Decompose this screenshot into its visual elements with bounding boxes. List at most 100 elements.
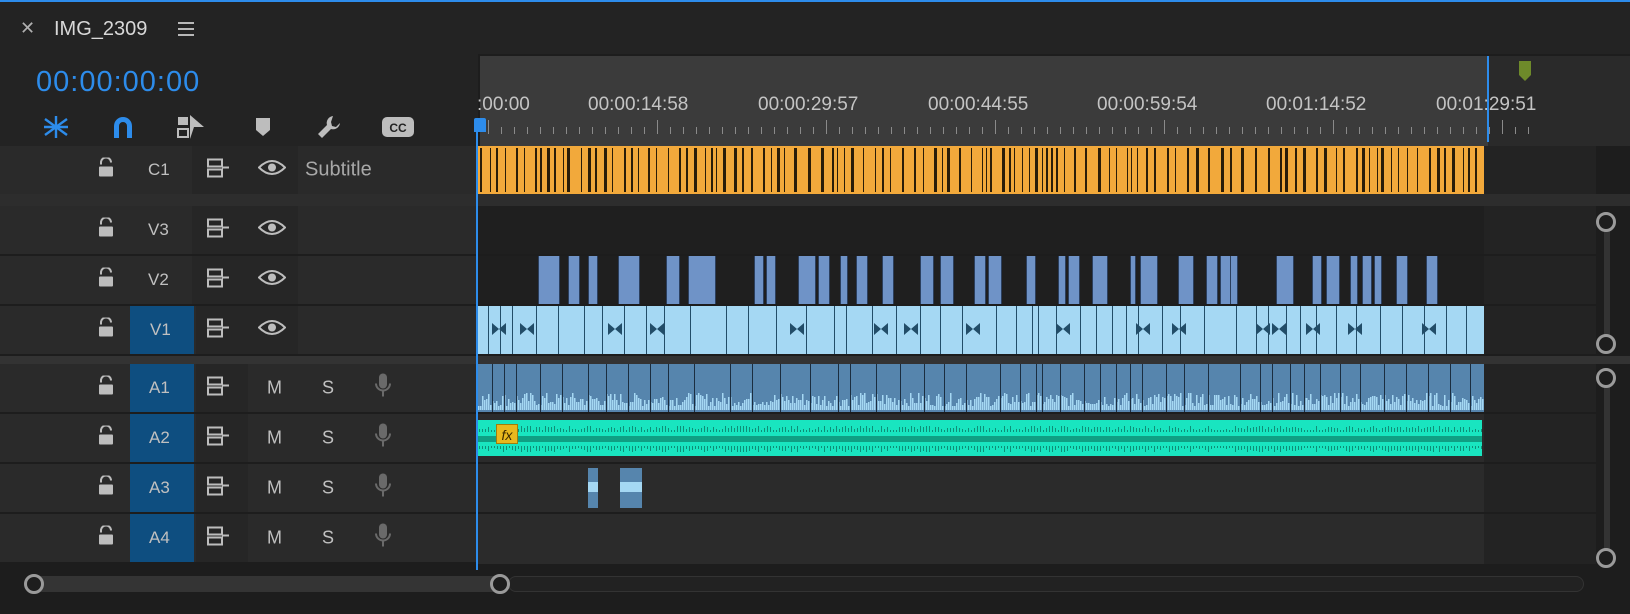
a1-clip-edge[interactable] [1304, 364, 1305, 412]
v1-clip-edge[interactable] [536, 306, 537, 354]
a1-clip-edge[interactable] [924, 364, 925, 412]
vertical-scrollbars[interactable] [1596, 196, 1618, 568]
v1-clip-edge[interactable] [1126, 306, 1127, 354]
v2-clip[interactable] [1026, 256, 1036, 304]
a1-clip-edge[interactable] [1042, 364, 1043, 412]
solo-button[interactable]: S [322, 428, 334, 449]
mute-button[interactable]: M [267, 428, 282, 449]
sync-lock-icon[interactable] [206, 476, 230, 501]
playhead-handle[interactable] [474, 118, 486, 132]
track-header-a2[interactable]: A2 M S [0, 414, 476, 462]
track-header-c1[interactable]: C1 Subtitle [0, 146, 476, 194]
a1-clip-edge[interactable] [1036, 364, 1037, 412]
a1-clip-edge[interactable] [838, 364, 839, 412]
a1-clip-edge[interactable] [668, 364, 669, 412]
lock-icon[interactable] [98, 156, 114, 183]
a1-clip-edge[interactable] [1208, 364, 1209, 412]
a2-track-area[interactable]: fx [476, 414, 1596, 462]
v2-clip[interactable] [666, 256, 680, 304]
a1-clip-edge[interactable] [1184, 364, 1185, 412]
track-label-v3[interactable]: V3 [148, 220, 169, 240]
eye-toggle-icon[interactable] [257, 159, 287, 182]
a1-clip-edge[interactable] [876, 364, 877, 412]
track-label-a3[interactable]: A3 [149, 478, 170, 498]
v1-clip-edge[interactable] [834, 306, 835, 354]
a1-clip-edge[interactable] [1130, 364, 1131, 412]
audio-scroll-handle-bottom[interactable] [1596, 548, 1616, 568]
transition-icon[interactable] [872, 320, 890, 343]
v2-clip[interactable] [766, 256, 776, 304]
v2-clip[interactable] [1276, 256, 1294, 304]
a1-clip-edge[interactable] [504, 364, 505, 412]
v1-clip-edge[interactable] [726, 306, 727, 354]
caption-clips[interactable] [476, 146, 1484, 194]
a1-clip-edge[interactable] [944, 364, 945, 412]
lock-icon[interactable] [98, 474, 114, 501]
a1-clip-edge[interactable] [562, 364, 563, 412]
sync-lock-icon[interactable] [206, 268, 230, 293]
transition-icon[interactable] [648, 320, 666, 343]
v2-clip[interactable] [988, 256, 1002, 304]
wrench-settings-icon[interactable] [313, 112, 345, 142]
a1-track-area[interactable] [476, 364, 1596, 412]
transition-icon[interactable] [1346, 320, 1364, 343]
voiceover-mic-icon[interactable] [374, 523, 392, 554]
a1-clip-edge[interactable] [1360, 364, 1361, 412]
v2-clip[interactable] [1230, 256, 1238, 304]
v2-clip[interactable] [840, 256, 848, 304]
voiceover-mic-icon[interactable] [374, 473, 392, 504]
v2-clip[interactable] [618, 256, 640, 304]
a2-music-clip[interactable] [476, 420, 1482, 456]
solo-button[interactable]: S [322, 528, 334, 549]
a1-clip-edge[interactable] [1290, 364, 1291, 412]
transition-icon[interactable] [902, 320, 920, 343]
v1-clip-edge[interactable] [846, 306, 847, 354]
a1-clip-edge[interactable] [1240, 364, 1241, 412]
a1-clip-edge[interactable] [1384, 364, 1385, 412]
a1-clip-edge[interactable] [730, 364, 731, 412]
v2-clip[interactable] [882, 256, 894, 304]
track-label-a4[interactable]: A4 [149, 528, 170, 548]
add-marker-icon[interactable] [247, 112, 279, 142]
caption-track-area[interactable] [476, 146, 1596, 194]
video-scroll-handle-top[interactable] [1596, 212, 1616, 232]
v2-clip[interactable] [754, 256, 764, 304]
sync-lock-icon[interactable] [206, 158, 230, 183]
v1-clip-edge[interactable] [996, 306, 997, 354]
track-header-v2[interactable]: V2 [0, 256, 476, 304]
hscroll-handle-right[interactable] [490, 574, 510, 594]
v2-clip[interactable] [1362, 256, 1372, 304]
video-scroll-handle-bottom[interactable] [1596, 334, 1616, 354]
a1-clip-edge[interactable] [1020, 364, 1021, 412]
a1-clip-edge[interactable] [810, 364, 811, 412]
v2-track-area[interactable] [476, 256, 1596, 304]
lock-icon[interactable] [98, 424, 114, 451]
v2-clip[interactable] [1312, 256, 1322, 304]
transition-icon[interactable] [1134, 320, 1152, 343]
v2-clip[interactable] [798, 256, 816, 304]
sync-lock-icon[interactable] [206, 218, 230, 243]
caption-track-name[interactable]: Subtitle [305, 159, 372, 182]
v1-clip-edge[interactable] [1402, 306, 1403, 354]
v1-clip-edge[interactable] [940, 306, 941, 354]
v1-clip-edge[interactable] [1162, 306, 1163, 354]
a1-clip-edge[interactable] [1450, 364, 1451, 412]
sync-lock-icon[interactable] [206, 526, 230, 551]
v1-clip-edge[interactable] [1016, 306, 1017, 354]
v2-clip[interactable] [974, 256, 986, 304]
track-header-v1[interactable]: V1 [0, 306, 476, 354]
v2-clip[interactable] [1068, 256, 1080, 304]
a1-clip-edge[interactable] [540, 364, 541, 412]
track-label-a2[interactable]: A2 [149, 428, 170, 448]
a1-clip-edge[interactable] [1260, 364, 1261, 412]
v2-clip[interactable] [1130, 256, 1136, 304]
mute-button[interactable]: M [267, 378, 282, 399]
v1-clips[interactable] [476, 306, 1484, 354]
v1-clip-edge[interactable] [748, 306, 749, 354]
mute-button[interactable]: M [267, 478, 282, 499]
v1-clip-edge[interactable] [646, 306, 647, 354]
audio-scroll-track[interactable] [1604, 376, 1610, 556]
a1-clip-edge[interactable] [492, 364, 493, 412]
v1-clip-edge[interactable] [806, 306, 807, 354]
video-scroll-track[interactable] [1604, 220, 1610, 338]
